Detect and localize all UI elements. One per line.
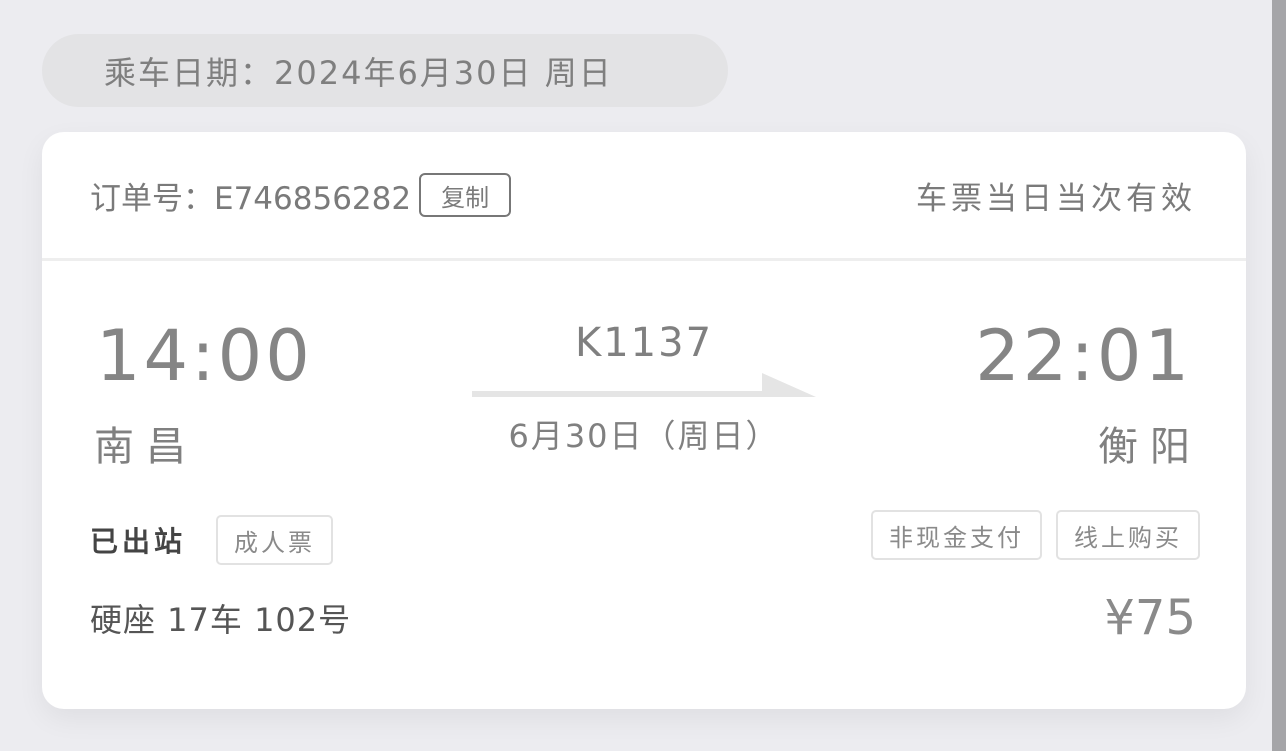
ticket-price: ¥75 — [1104, 590, 1196, 646]
ticket-type-tag: 成人票 — [216, 515, 334, 565]
order-number: 订单号：E746856282 — [90, 180, 412, 217]
train-number: K1137 — [574, 320, 714, 366]
ticket-status: 已出站 — [90, 525, 187, 558]
ticket-card: 订单号：E746856282 复制 车票当日当次有效 14:00 南昌 K113… — [42, 132, 1246, 709]
payment-tags: 非现金支付 线上购买 — [871, 510, 1200, 562]
arrival-station: 衡阳 — [1098, 424, 1202, 470]
seat-info: 硬座 17车 102号 — [90, 601, 352, 639]
ticket-status-row: 已出站 成人票 — [90, 512, 334, 568]
travel-date-label: 乘车日期：2024年6月30日 周日 — [104, 53, 613, 92]
order-number-row: 订单号：E746856282 复制 — [90, 172, 512, 218]
payment-method-tag: 非现金支付 — [871, 510, 1042, 560]
direction-arrow-icon — [472, 373, 816, 397]
validity-note: 车票当日当次有效 — [916, 180, 1196, 217]
purchase-channel-tag: 线上购买 — [1056, 510, 1200, 560]
copy-button[interactable]: 复制 — [419, 173, 512, 217]
ticket-detail-page: 乘车日期：2024年6月30日 周日 订单号：E746856282 复制 车票当… — [0, 0, 1286, 751]
arrival-time: 22:01 — [975, 315, 1192, 397]
run-date: 6月30日（周日） — [508, 417, 780, 455]
departure-station: 南昌 — [94, 424, 198, 470]
departure-time: 14:00 — [96, 315, 313, 397]
ticket-card-header: 订单号：E746856282 复制 车票当日当次有效 — [42, 132, 1246, 261]
scrollbar[interactable] — [1272, 0, 1286, 751]
travel-date-banner: 乘车日期：2024年6月30日 周日 — [42, 34, 728, 107]
